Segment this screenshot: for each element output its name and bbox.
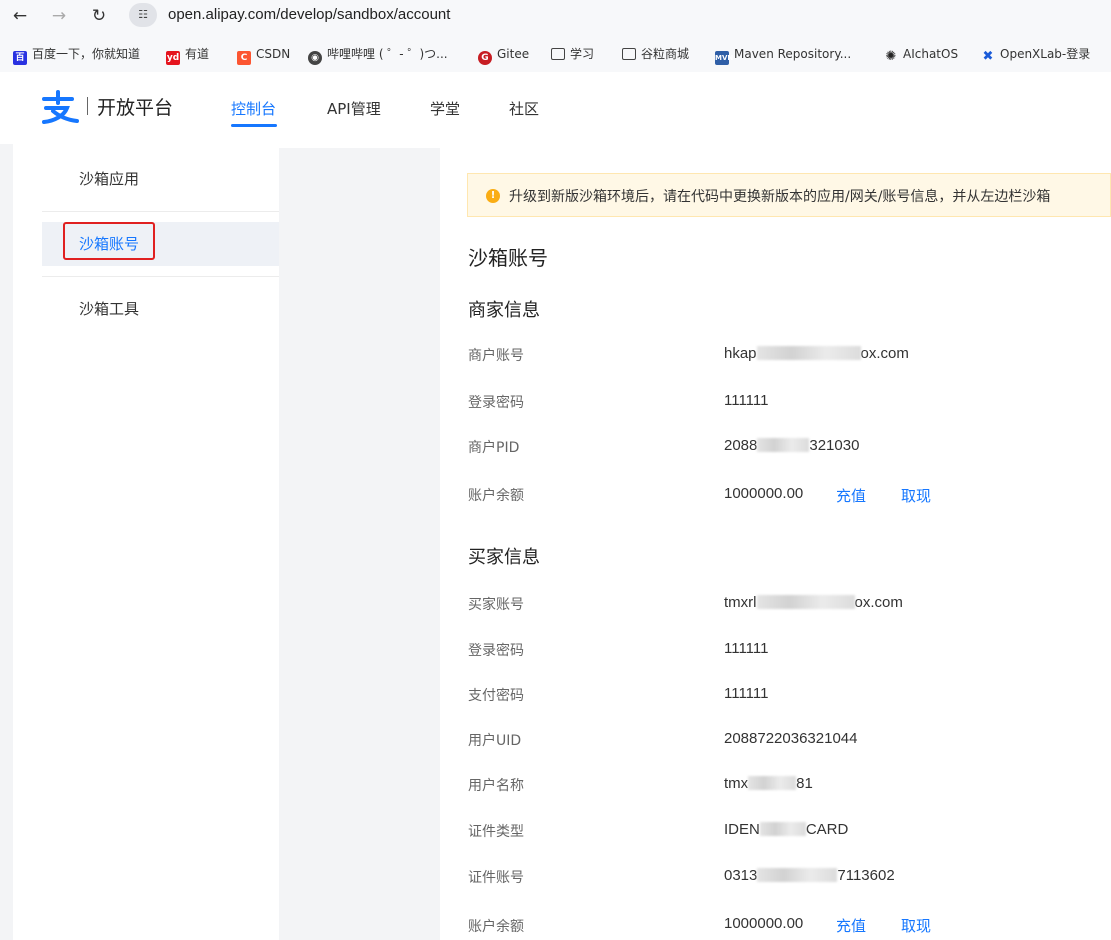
buyer-id-type-value: IDEN CARD — [724, 821, 849, 838]
sidebar-divider — [42, 276, 279, 277]
bilibili-icon: ◉ — [308, 51, 322, 65]
openai-icon: ✺ — [885, 49, 897, 64]
site-settings-icon[interactable]: ☷ — [129, 3, 157, 27]
upgrade-alert: ! 升级到新版沙箱环境后，请在代码中更换新版本的应用/网关/账号信息，并从左边栏… — [467, 173, 1111, 217]
active-tab-indicator — [231, 124, 277, 127]
warning-icon: ! — [486, 189, 500, 203]
buyer-balance-label: 账户余额 — [468, 919, 524, 935]
gitee-icon: G — [478, 51, 492, 65]
buyer-id-number-value: 0313 7113602 — [724, 867, 895, 884]
tab-console[interactable]: 控制台 — [231, 98, 276, 119]
csdn-icon: C — [237, 51, 251, 65]
bookmarks-bar: 百百度一下，你就知道 yd 有道 C CSDN ◉ 哔哩哔哩 ( ゜- ゜)つ... … — [0, 40, 1111, 68]
folder-icon — [551, 48, 565, 60]
youdao-icon: yd — [166, 51, 180, 65]
merchant-balance-value: 1000000.00 — [724, 485, 804, 502]
content-gutter — [279, 148, 440, 940]
bookmark-folder-study[interactable]: 学习 — [551, 44, 594, 64]
buyer-password-value: 111111 — [724, 640, 769, 657]
alipay-logo-icon[interactable] — [40, 90, 80, 124]
top-navigation: 开放平台 控制台 API管理 学堂 社区 — [0, 72, 1111, 144]
browser-chrome: ← → ↻ ☷ open.alipay.com/develop/sandbox/… — [0, 0, 1111, 72]
bookmark-maven[interactable]: MVNMaven Repository... — [715, 44, 851, 65]
buyer-pay-password-label: 支付密码 — [468, 688, 524, 704]
bookmark-openxlab[interactable]: ✖ OpenXLab-登录 — [981, 44, 1091, 64]
merchant-pid-label: 商户PID — [468, 440, 520, 456]
buyer-name-label: 用户名称 — [468, 778, 524, 794]
sidebar-item-sandbox-app[interactable]: 沙箱应用 — [42, 157, 279, 201]
maven-icon: MVN — [715, 51, 733, 65]
bookmark-csdn[interactable]: C CSDN — [237, 44, 290, 65]
sidebar-divider — [42, 211, 279, 212]
reload-icon[interactable]: ↻ — [87, 4, 111, 28]
tab-api-management[interactable]: API管理 — [327, 98, 381, 119]
logo-separator — [87, 97, 88, 115]
page: 开放平台 控制台 API管理 学堂 社区 沙箱应用 沙箱账号 沙箱工具 ! 升级… — [0, 72, 1111, 940]
bookmark-aichatos[interactable]: ✺ AIchatOS — [884, 44, 959, 64]
buyer-uid-label: 用户UID — [468, 733, 522, 749]
buyer-account-value: tmxrl ox.com — [724, 594, 903, 611]
merchant-section-title: 商家信息 — [468, 300, 540, 321]
annotation-highlight-box — [63, 222, 155, 260]
bookmark-gitee[interactable]: G Gitee — [478, 44, 529, 65]
merchant-account-label: 商户账号 — [468, 348, 524, 364]
bookmark-baidu[interactable]: 百百度一下，你就知道 — [13, 44, 140, 65]
redacted-blur — [757, 868, 838, 882]
buyer-section-title: 买家信息 — [468, 547, 540, 568]
merchant-pid-value: 2088 321030 — [724, 437, 860, 454]
address-bar-row: ← → ↻ ☷ open.alipay.com/develop/sandbox/… — [0, 0, 1111, 32]
baidu-icon: 百 — [13, 51, 27, 65]
buyer-password-label: 登录密码 — [468, 643, 524, 659]
buyer-name-value: tmx 81 — [724, 775, 813, 792]
sidebar-item-sandbox-tools[interactable]: 沙箱工具 — [42, 287, 279, 331]
redacted-blur — [757, 438, 810, 452]
buyer-account-label: 买家账号 — [468, 597, 524, 613]
back-arrow-icon[interactable]: ← — [8, 4, 32, 28]
folder-icon — [622, 48, 636, 60]
merchant-withdraw-link[interactable]: 取现 — [901, 485, 931, 506]
merchant-account-value: hkap ox.com — [724, 345, 909, 362]
merchant-password-value: 111111 — [724, 392, 769, 409]
tab-academy[interactable]: 学堂 — [430, 98, 460, 119]
buyer-withdraw-link[interactable]: 取现 — [901, 915, 931, 936]
redacted-blur — [748, 776, 797, 790]
forward-arrow-icon[interactable]: → — [47, 4, 71, 28]
bookmark-youdao[interactable]: yd 有道 — [166, 44, 209, 65]
openxlab-icon: ✖ — [982, 49, 994, 64]
merchant-recharge-link[interactable]: 充值 — [836, 485, 866, 506]
buyer-balance-value: 1000000.00 — [724, 915, 804, 932]
merchant-password-label: 登录密码 — [468, 395, 524, 411]
buyer-pay-password-value: 111111 — [724, 685, 769, 702]
buyer-id-number-label: 证件账号 — [468, 870, 524, 886]
page-title: 沙箱账号 — [468, 246, 548, 270]
left-strip — [0, 72, 13, 940]
bookmark-folder-mall[interactable]: 谷粒商城 — [622, 44, 689, 64]
url-field[interactable]: open.alipay.com/develop/sandbox/account — [168, 3, 450, 27]
tab-community[interactable]: 社区 — [509, 98, 539, 119]
redacted-blur — [759, 822, 806, 836]
platform-name[interactable]: 开放平台 — [97, 93, 173, 120]
alert-message: 升级到新版沙箱环境后，请在代码中更换新版本的应用/网关/账号信息，并从左边栏沙箱 — [509, 189, 1051, 205]
redacted-blur — [756, 595, 855, 609]
merchant-balance-label: 账户余额 — [468, 488, 524, 504]
buyer-uid-value: 2088722036321044 — [724, 730, 858, 747]
redacted-blur — [756, 346, 861, 360]
buyer-id-type-label: 证件类型 — [468, 824, 524, 840]
buyer-recharge-link[interactable]: 充值 — [836, 915, 866, 936]
bookmark-bilibili[interactable]: ◉ 哔哩哔哩 ( ゜- ゜)つ... — [308, 44, 448, 65]
